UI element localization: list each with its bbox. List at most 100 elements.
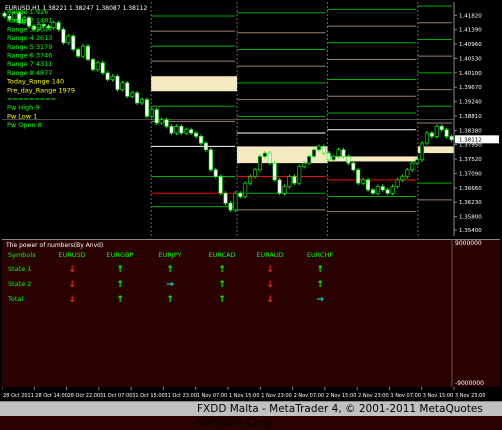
indicator-scale-top: 9000000 <box>455 240 482 247</box>
arrow-up-icon: ↑ <box>316 265 324 275</box>
candle-body <box>135 92 140 104</box>
candle-body <box>439 126 444 130</box>
candle-body <box>336 149 341 157</box>
candle-body <box>203 142 208 151</box>
candle-body <box>169 126 174 134</box>
price-tick-label: 1.35800 <box>459 215 482 221</box>
candle-body <box>311 149 316 157</box>
table-row-label: State 2 <box>8 280 31 288</box>
time-tick-label: 28 Oct 2011 <box>3 393 34 399</box>
candle-body <box>415 159 420 164</box>
table-symbol-euraud: EURAUD <box>256 251 283 259</box>
candle-body <box>223 192 228 204</box>
time-tick-label: 1 Nov 07:00 <box>197 393 228 399</box>
candle-body <box>449 136 454 141</box>
candle-body <box>361 179 366 184</box>
candle-body <box>253 169 258 177</box>
arrow-up-icon: ↑ <box>316 280 324 290</box>
candle-body <box>277 179 282 194</box>
candle-body <box>346 156 351 164</box>
candle-body <box>434 126 439 137</box>
candle-body <box>321 146 326 154</box>
candle-body <box>159 119 164 124</box>
status-bar: FXDD Malta - MetaTrader 4, © 2001-2011 M… <box>0 401 502 429</box>
candle-body <box>238 192 243 197</box>
table-row-label: State 1 <box>8 265 31 273</box>
arrow-right-icon: → <box>316 295 324 305</box>
candle-body <box>297 166 302 184</box>
price-zone <box>327 156 418 162</box>
time-axis: 28 Oct 2011 28 Oct 14:00 28 Oct 22:00 31 Oc… <box>2 387 500 401</box>
time-tick-label: 31 Oct 23:00 <box>164 393 197 399</box>
candle-body <box>115 75 120 90</box>
candle-body <box>120 82 125 90</box>
price-tick-label: 1.35400 <box>459 228 482 234</box>
candle-body <box>105 72 110 80</box>
info-line: Range 3 2047 <box>7 25 52 33</box>
footer-label: FXDD Malta - MetaTrader 4, © 2001-2011 M… <box>197 403 483 429</box>
candle-body <box>228 202 233 211</box>
price-tick-label: 1.39240 <box>459 100 482 106</box>
candle-body <box>85 45 90 60</box>
candle-body <box>194 132 199 137</box>
info-line: Range 2 1481 <box>7 17 52 25</box>
info-line: ========= <box>7 95 56 103</box>
price-tick-label: 1.41390 <box>459 28 482 34</box>
time-tick-label: 31 Oct 15:00 <box>132 393 165 399</box>
time-tick-label: 3 Nov 07:00 <box>390 393 421 399</box>
table-row-label: Total <box>7 295 23 303</box>
arrow-up-icon: ↑ <box>218 280 226 290</box>
candle-body <box>385 189 390 194</box>
arrow-right-icon: → <box>166 280 174 290</box>
candle-body <box>405 169 410 177</box>
time-tick-label: 2 Nov 23:00 <box>358 393 389 399</box>
candle-body <box>174 126 179 134</box>
candle-body <box>189 129 194 134</box>
table-symbol-eurusd: EURUSD <box>58 251 85 259</box>
time-tick-label: 2 Nov 15:00 <box>326 393 357 399</box>
candle-body <box>71 35 76 50</box>
candle-body <box>424 132 429 144</box>
arrow-up-icon: ↑ <box>116 265 124 275</box>
arrow-down-icon: ↓ <box>266 280 274 290</box>
indicator-window[interactable]: The power of numbers(By Anvd) 9000000 -9… <box>2 239 500 387</box>
info-line: Range 4 2613 <box>7 34 52 42</box>
chart-window: 1.41820 1.41390 1.40960 1.40530 1.40100 1.396… <box>0 0 502 415</box>
arrow-up-icon: ↑ <box>166 295 174 305</box>
candle-body <box>341 149 346 157</box>
candle-body <box>444 129 449 137</box>
info-line: Pw Low 1 <box>7 112 37 120</box>
arrow-down-icon: ↓ <box>68 265 76 275</box>
arrow-down-icon: ↓ <box>68 295 76 305</box>
info-line: Pw Open 8 <box>7 121 42 129</box>
price-tick-label: 1.38810 <box>459 114 482 120</box>
candle-body <box>81 45 86 57</box>
time-tick-label: 2 Nov 07:00 <box>294 393 325 399</box>
info-line: Pw High 9 <box>7 104 39 112</box>
time-tick-label: 1 Nov 23:00 <box>261 393 292 399</box>
price-chart[interactable]: 1.41820 1.41390 1.40960 1.40530 1.40100 1.396… <box>2 2 500 236</box>
candle-body <box>302 162 307 167</box>
candle-body <box>100 62 105 74</box>
candle-body <box>90 59 95 70</box>
candle-body <box>184 129 189 134</box>
time-tick-label: 31 Oct 07:00 <box>100 393 133 399</box>
candle-body <box>2 13 7 17</box>
table-symbol-eurchf: EURCHF <box>307 251 333 259</box>
candle-body <box>125 82 130 97</box>
candle-body <box>395 179 400 187</box>
candle-body <box>307 156 312 164</box>
arrow-up-icon: ↑ <box>166 265 174 275</box>
price-tick-label: 1.38380 <box>459 128 482 134</box>
time-tick-label: 28 Oct 14:00 <box>35 393 68 399</box>
candle-body <box>410 162 415 171</box>
candle-body <box>420 142 425 161</box>
candle-body <box>61 29 66 44</box>
current-price-label: 1.38112 <box>459 137 482 143</box>
info-line: Range 7 4311 <box>7 60 52 68</box>
candle-body <box>356 169 361 184</box>
table-header-symbols: Symbols <box>8 251 36 259</box>
candle-body <box>351 162 356 171</box>
candle-body <box>76 49 81 57</box>
price-tick-label: 1.39670 <box>459 85 482 91</box>
